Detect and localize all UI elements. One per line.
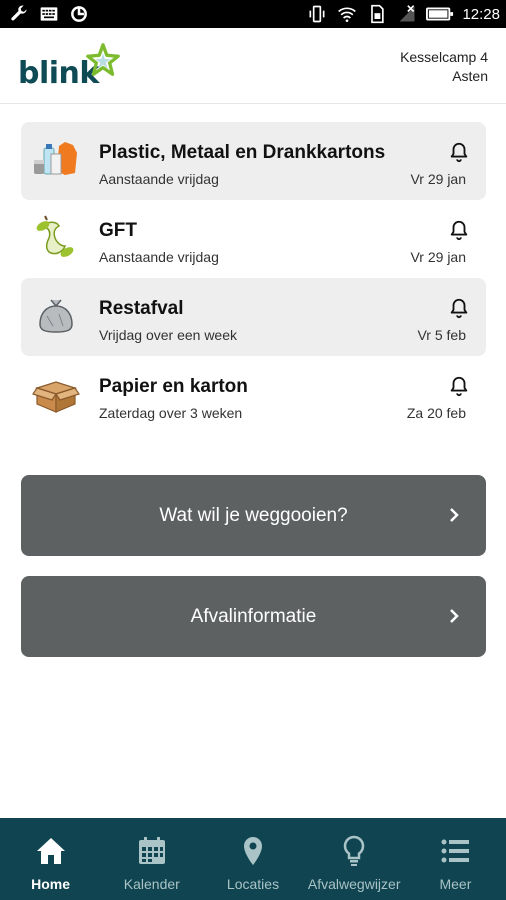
- bell-icon[interactable]: [448, 297, 470, 319]
- schedule-date: Vr 5 feb: [417, 327, 466, 343]
- garbage-bag-icon: [39, 299, 73, 333]
- bottom-navigation: Home Kalender Locaties Afvalwegwijzer Me…: [0, 818, 506, 900]
- menu-list-icon: [441, 839, 470, 863]
- schedule-subtitle: Aanstaande vrijdag: [99, 249, 219, 265]
- location-pin-icon: [244, 837, 262, 865]
- chevron-right-icon: [450, 609, 459, 623]
- app-header: blink Kesselcamp 4 Asten: [0, 28, 506, 104]
- lightbulb-icon: [343, 835, 365, 866]
- schedule-item-gft[interactable]: GFT Aanstaande vrijdag Vr 29 jan: [21, 200, 486, 278]
- vibrate-icon: [309, 5, 325, 23]
- schedule-subtitle: Zaterdag over 3 weken: [99, 405, 243, 421]
- status-bar: 12:28: [0, 0, 506, 28]
- address-street: Kesselcamp 4: [400, 49, 488, 65]
- schedule-subtitle: Aanstaande vrijdag: [99, 171, 219, 187]
- blink-logo: blink: [18, 42, 128, 92]
- sim-icon: [371, 4, 385, 24]
- schedule-title: Plastic, Metaal en Drankkartons: [99, 142, 386, 163]
- address[interactable]: Kesselcamp 4 Asten: [400, 48, 488, 86]
- nav-home[interactable]: Home: [0, 818, 101, 900]
- schedule-title: Restafval: [99, 298, 184, 319]
- keyboard-icon: [40, 7, 58, 21]
- signal-icon: [399, 5, 415, 22]
- waste-info-button[interactable]: Afvalinformatie: [21, 576, 486, 657]
- nav-label: Locaties: [226, 876, 280, 892]
- nav-locaties[interactable]: Locaties: [202, 818, 303, 900]
- bell-icon[interactable]: [448, 141, 470, 163]
- schedule-item-papier[interactable]: Papier en karton Zaterdag over 3 weken Z…: [21, 356, 486, 434]
- schedule-date: Za 20 feb: [406, 405, 466, 421]
- collection-schedule-list: Plastic, Metaal en Drankkartons Aanstaan…: [21, 122, 486, 434]
- battery-icon: [426, 7, 454, 21]
- dispose-guide-label: Wat wil je weggooien?: [159, 505, 348, 526]
- dispose-guide-button[interactable]: Wat wil je weggooien?: [21, 475, 486, 556]
- nav-label: Kalender: [123, 876, 180, 892]
- sync-icon: [71, 6, 87, 22]
- nav-label: Home: [31, 876, 71, 892]
- apple-core-icon: [36, 215, 74, 257]
- pmd-waste-icon: [34, 142, 77, 175]
- bell-icon[interactable]: [448, 375, 470, 397]
- schedule-date: Vr 29 jan: [410, 171, 466, 187]
- chevron-right-icon: [450, 508, 459, 522]
- home-icon: [36, 838, 65, 864]
- wrench-icon: [11, 5, 27, 21]
- logo-star-icon: [86, 43, 120, 76]
- schedule-item-restafval[interactable]: Restafval Vrijdag over een week Vr 5 feb: [21, 278, 486, 356]
- schedule-title: Papier en karton: [99, 376, 248, 397]
- bell-icon[interactable]: [448, 219, 470, 241]
- address-city: Asten: [452, 68, 488, 84]
- schedule-item-pmd[interactable]: Plastic, Metaal en Drankkartons Aanstaan…: [21, 122, 486, 200]
- nav-label: Afvalwegwijzer: [307, 876, 401, 892]
- waste-info-label: Afvalinformatie: [190, 606, 317, 627]
- nav-kalender[interactable]: Kalender: [101, 818, 202, 900]
- status-time: 12:28: [462, 5, 500, 23]
- nav-afvalwegwijzer[interactable]: Afvalwegwijzer: [304, 818, 405, 900]
- nav-label: Meer: [439, 876, 472, 892]
- schedule-title: GFT: [99, 220, 137, 241]
- cardboard-box-icon: [32, 381, 80, 413]
- nav-meer[interactable]: Meer: [405, 818, 506, 900]
- schedule-date: Vr 29 jan: [410, 249, 466, 265]
- calendar-icon: [138, 837, 165, 864]
- wifi-icon: [338, 7, 357, 22]
- schedule-subtitle: Vrijdag over een week: [99, 327, 238, 343]
